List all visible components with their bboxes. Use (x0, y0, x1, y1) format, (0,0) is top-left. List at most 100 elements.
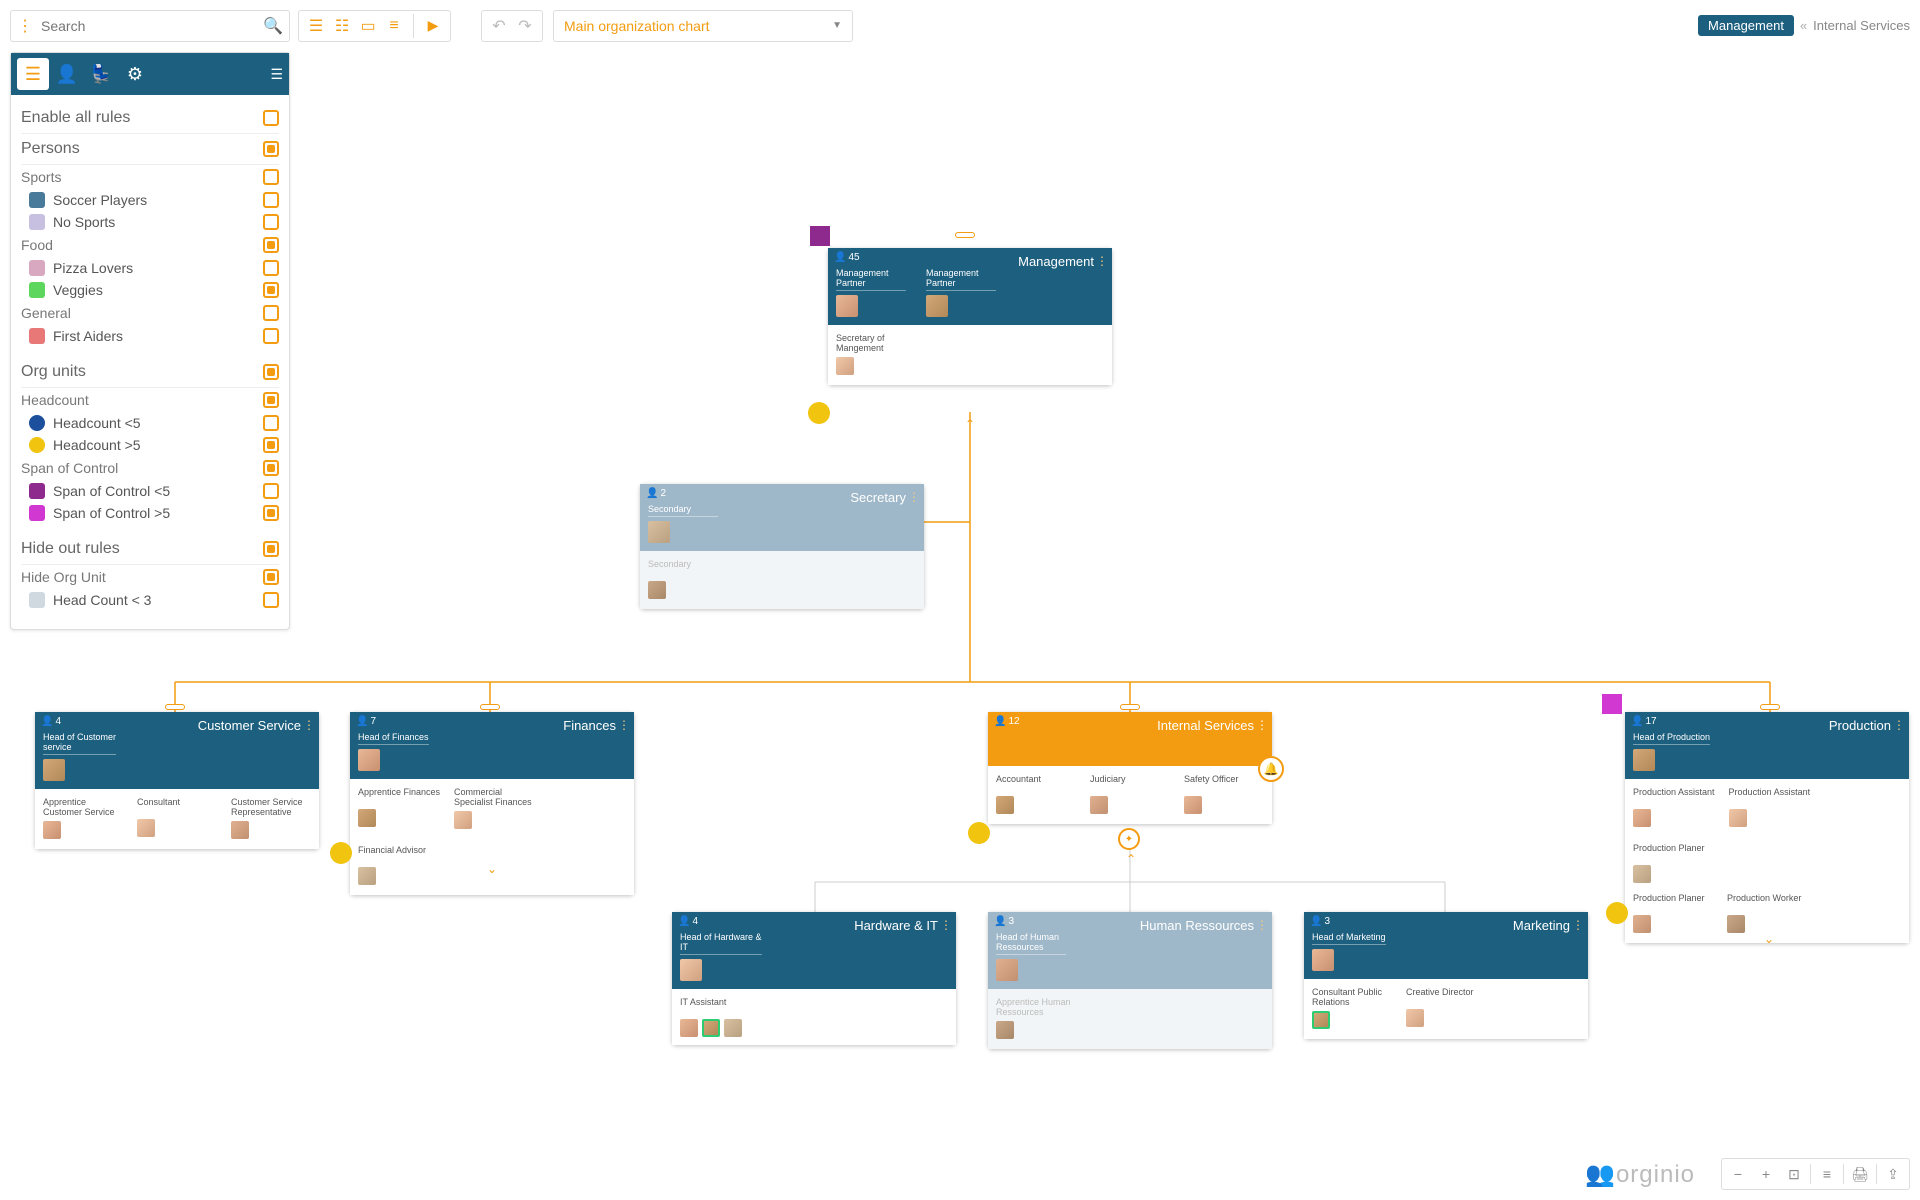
card-menu-icon[interactable]: ⋮ (1096, 254, 1108, 268)
expand-up-icon[interactable]: ⌃ (965, 417, 975, 431)
card-menu-icon[interactable]: ⋮ (1256, 718, 1268, 732)
avatar (1729, 809, 1747, 827)
person-icon: 👤 (994, 916, 1006, 927)
breadcrumb-active[interactable]: Management (1698, 15, 1794, 36)
card-menu-icon[interactable]: ⋮ (908, 490, 920, 504)
avatar (702, 1019, 720, 1037)
avatar (454, 811, 472, 829)
redo-button[interactable]: ↷ (512, 13, 538, 39)
avatar (358, 749, 380, 771)
chevron-down-icon: ▼ (832, 20, 842, 31)
tree-view-button[interactable]: ☷ (329, 13, 355, 39)
collapse-handle[interactable] (1120, 704, 1140, 710)
avatar (1727, 915, 1745, 933)
avatar (358, 867, 376, 885)
headcount-dot-icon (808, 402, 830, 424)
headcount-dot-icon (968, 822, 990, 844)
card-hardware-it[interactable]: 👤4 Hardware & IT ⋮ Head of Hardware & IT… (672, 912, 956, 1045)
avatar (836, 357, 854, 375)
card-menu-icon[interactable]: ⋮ (1256, 918, 1268, 932)
card-marketing[interactable]: 👤3 Marketing ⋮ Head of Marketing Consult… (1304, 912, 1588, 1039)
logo-icon: 👥 (1585, 1161, 1616, 1188)
card-menu-icon[interactable]: ⋮ (618, 718, 630, 732)
print-button[interactable]: 🖨 (1846, 1160, 1874, 1188)
undo-button[interactable]: ↶ (486, 13, 512, 39)
span-tag-icon (810, 226, 830, 246)
search-input[interactable] (41, 18, 263, 34)
share-button[interactable]: ⇪ (1879, 1160, 1907, 1188)
person-icon: 👤 (994, 716, 1006, 727)
person-icon: 👤 (834, 252, 846, 263)
avatar (926, 295, 948, 317)
bottom-toolbar: 👥orginio − + ⊡ ≡ 🖨 ⇪ (1585, 1158, 1910, 1190)
card-menu-icon[interactable]: ⋮ (1893, 718, 1905, 732)
avatar (231, 821, 249, 839)
avatar (1312, 1011, 1330, 1029)
zoom-out-button[interactable]: − (1724, 1160, 1752, 1188)
avatar (724, 1019, 742, 1037)
list-view-button[interactable]: ☰ (303, 13, 329, 39)
history-group: ↶ ↷ (481, 10, 543, 42)
avatar (1633, 915, 1651, 933)
search-icon[interactable]: 🔍 (263, 16, 283, 36)
avatar (836, 295, 858, 317)
alert-ring-icon[interactable]: 🔔 (1258, 756, 1284, 782)
collapse-handle[interactable] (1760, 704, 1780, 710)
card-production[interactable]: 👤17 Production ⋮ Head of Production Prod… (1625, 712, 1909, 943)
chart-selector-label: Main organization chart (564, 18, 710, 34)
avatar (1406, 1009, 1424, 1027)
card-menu-icon[interactable]: ⋮ (940, 918, 952, 932)
person-icon: 👤 (678, 916, 690, 927)
expand-down-icon[interactable]: ⌄ (487, 862, 497, 876)
headcount-dot-icon (1606, 902, 1628, 924)
avatar (996, 1021, 1014, 1039)
focus-ring-icon[interactable]: ✦ (1118, 828, 1140, 850)
expand-down-icon[interactable]: ⌄ (1764, 932, 1774, 946)
avatar (1633, 749, 1655, 771)
card-hr[interactable]: 👤3 Human Ressources ⋮ Head of Human Ress… (988, 912, 1272, 1049)
avatar (358, 809, 376, 827)
compact-view-button[interactable]: ≡ (381, 13, 407, 39)
card-menu-icon[interactable]: ⋮ (303, 718, 315, 732)
view-buttons-group: ☰ ☷ ▭ ≡ ▶ (298, 10, 451, 42)
org-chart-canvas[interactable]: 👤45 Management ⋮ Management Partner Mana… (0, 52, 1920, 1200)
person-icon: 👤 (646, 488, 658, 499)
card-secretary[interactable]: 👤2 Secretary ⋮ Secondary Secondary (640, 484, 924, 609)
person-icon: 👤 (1631, 716, 1643, 727)
collapse-handle[interactable] (480, 704, 500, 710)
card-internal-services[interactable]: 👤12 Internal Services ⋮ 🔔 Accountant Jud… (988, 712, 1272, 824)
card-customer-service[interactable]: 👤4 Customer Service ⋮ Head of Customer s… (35, 712, 319, 849)
settings-button[interactable]: ≡ (1813, 1160, 1841, 1188)
avatar (43, 821, 61, 839)
breadcrumb-sep: « (1800, 18, 1807, 33)
avatar (137, 819, 155, 837)
avatar (996, 959, 1018, 981)
headcount-dot-icon (330, 842, 352, 864)
toolbar: ⋮ 🔍 ☰ ☷ ▭ ≡ ▶ ↶ ↷ Main organization char… (10, 8, 1910, 43)
avatar (1633, 809, 1651, 827)
card-management[interactable]: 👤45 Management ⋮ Management Partner Mana… (828, 248, 1112, 385)
zoom-in-button[interactable]: + (1752, 1160, 1780, 1188)
logo: 👥orginio (1585, 1160, 1695, 1189)
expand-up-icon[interactable]: ⌃ (1126, 852, 1136, 866)
avatar (648, 581, 666, 599)
person-icon: 👤 (356, 716, 368, 727)
card-menu-icon[interactable]: ⋮ (1572, 918, 1584, 932)
avatar (1184, 796, 1202, 814)
play-button[interactable]: ▶ (420, 13, 446, 39)
span-tag-icon (1602, 694, 1622, 714)
breadcrumb-inactive[interactable]: Internal Services (1813, 18, 1910, 33)
collapse-handle[interactable] (165, 704, 185, 710)
collapse-handle[interactable] (955, 232, 975, 238)
fit-button[interactable]: ⊡ (1780, 1160, 1808, 1188)
chart-selector[interactable]: Main organization chart ▼ (553, 10, 853, 42)
avatar (1633, 865, 1651, 883)
avatar (680, 959, 702, 981)
avatar (648, 521, 670, 543)
avatar (1312, 949, 1334, 971)
drag-handle-icon[interactable]: ⋮ (17, 16, 33, 36)
card-view-button[interactable]: ▭ (355, 13, 381, 39)
avatar (680, 1019, 698, 1037)
connector-lines (0, 52, 1920, 1200)
avatar (1090, 796, 1108, 814)
